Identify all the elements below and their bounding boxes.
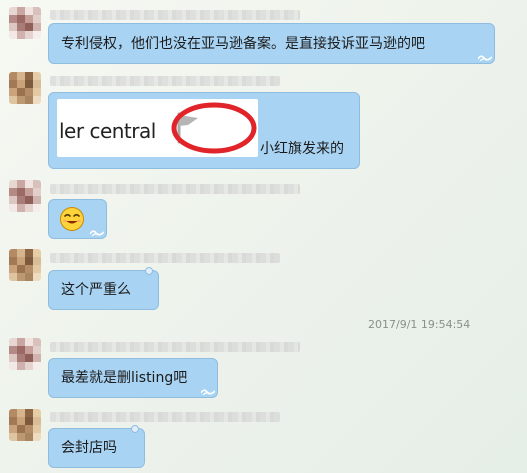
message-text: 会封店吗 (61, 440, 117, 456)
bubble-wave-icon (478, 55, 492, 61)
timestamp: 2017/9/1 19:54:54 (368, 318, 471, 331)
sender-name (50, 342, 300, 352)
sender-name (50, 184, 300, 194)
bubble-dot-icon (131, 425, 139, 433)
avatar[interactable] (9, 72, 41, 104)
message-text: 这个严重么 (61, 282, 131, 298)
bubble-wave-icon (90, 230, 104, 236)
chat-window: 专利侵权，他们也没在亚马逊备案。是直接投诉亚马逊的吧 ler central 小… (0, 0, 527, 473)
message-text: 最差就是删listing吧 (61, 370, 188, 386)
message-bubble[interactable] (48, 199, 107, 239)
avatar[interactable] (9, 180, 41, 212)
message-bubble[interactable]: 最差就是删listing吧 (48, 358, 218, 398)
bubble-wave-icon (201, 389, 215, 395)
sender-name (50, 253, 280, 263)
image-attachment[interactable]: ler central (57, 99, 258, 157)
avatar[interactable] (9, 7, 41, 39)
message-text: 专利侵权，他们也没在亚马逊备案。是直接投诉亚马逊的吧 (61, 35, 425, 52)
avatar[interactable] (9, 409, 41, 441)
message-bubble[interactable]: 这个严重么 (48, 267, 159, 310)
avatar[interactable] (9, 249, 41, 281)
sender-name (50, 76, 280, 86)
annotation-circle (171, 102, 257, 154)
sender-name (50, 10, 300, 20)
image-text: ler central (59, 119, 156, 143)
avatar[interactable] (9, 338, 41, 370)
message-bubble[interactable]: ler central 小红旗发来的 (48, 92, 360, 169)
message-bubble[interactable]: 专利侵权，他们也没在亚马逊备案。是直接投诉亚马逊的吧 (48, 23, 495, 64)
sender-name (50, 412, 280, 422)
bubble-dot-icon (145, 267, 153, 275)
message-text: 小红旗发来的 (260, 141, 344, 157)
smiling-face-emoji-icon (60, 207, 84, 231)
message-bubble[interactable]: 会封店吗 (48, 425, 145, 468)
